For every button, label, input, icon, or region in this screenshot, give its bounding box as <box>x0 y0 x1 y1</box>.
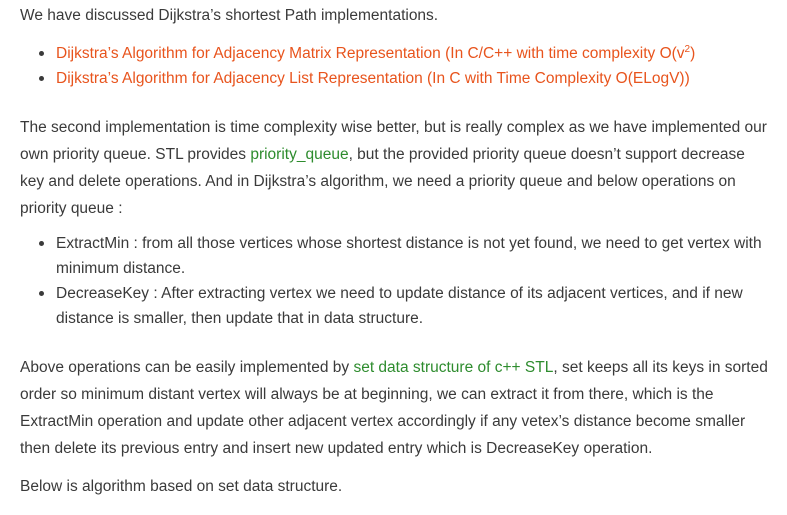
list-item: Dijkstra’s Algorithm for Adjacency List … <box>38 66 695 91</box>
set-data-structure-link[interactable]: set data structure of c++ STL <box>353 359 553 376</box>
intro-text: We have discussed Dijkstra’s shortest Pa… <box>20 7 439 24</box>
priority-queue-link[interactable]: priority_queue <box>250 146 348 163</box>
algorithm-intro-text: Below is algorithm based on set data str… <box>20 478 343 495</box>
matrix-link-tail: ) <box>690 45 696 62</box>
para3-text-1: Above operations can be easily implement… <box>20 359 354 376</box>
second-implementation-paragraph: The second implementation is time comple… <box>20 114 772 222</box>
decrease-key-item: DecreaseKey : After extracting vertex we… <box>38 281 768 331</box>
set-implementation-paragraph: Above operations can be easily implement… <box>20 354 778 462</box>
extract-min-item: ExtractMin : from all those vertices who… <box>38 231 768 281</box>
matrix-link-text: Dijkstra’s Algorithm for Adjacency Matri… <box>56 45 685 62</box>
list-representation-link[interactable]: Dijkstra’s Algorithm for Adjacency List … <box>56 70 690 87</box>
implementation-links-list: Dijkstra’s Algorithm for Adjacency Matri… <box>38 41 695 91</box>
list-item: Dijkstra’s Algorithm for Adjacency Matri… <box>38 41 695 66</box>
article-body: We have discussed Dijkstra’s shortest Pa… <box>0 0 787 515</box>
operations-list: ExtractMin : from all those vertices who… <box>38 231 768 331</box>
matrix-representation-link[interactable]: Dijkstra’s Algorithm for Adjacency Matri… <box>56 45 696 63</box>
